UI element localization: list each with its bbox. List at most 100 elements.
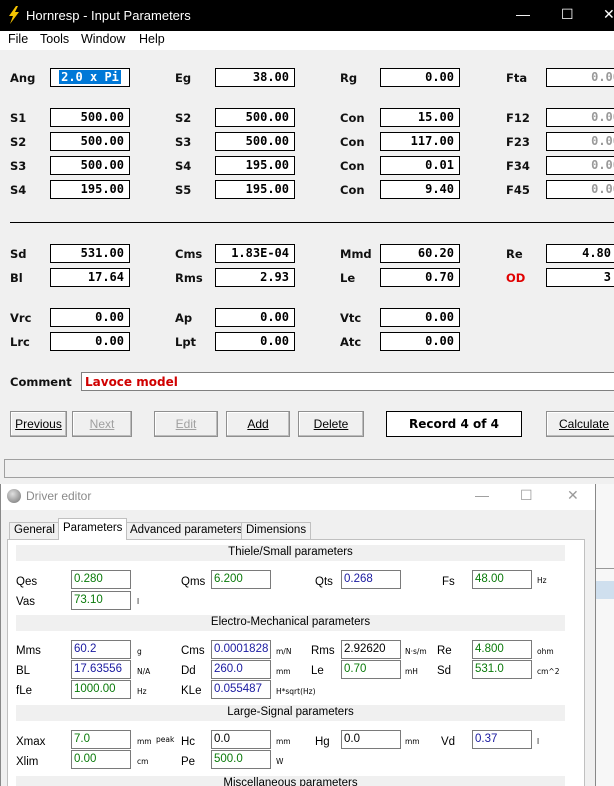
background-highlight xyxy=(596,581,614,599)
vd-field[interactable]: 0.37 xyxy=(472,730,532,749)
delete-button[interactable]: Delete xyxy=(298,411,364,437)
minimize-icon[interactable]: — xyxy=(475,487,489,503)
edit-button[interactable]: Edit xyxy=(154,411,218,437)
maximize-icon[interactable]: ☐ xyxy=(561,6,574,23)
lpt-field[interactable]: 0.00 xyxy=(215,332,295,351)
s2-label: S2 xyxy=(175,111,192,125)
rg-field[interactable]: 0.00 xyxy=(380,68,460,87)
tab-general[interactable]: General xyxy=(9,522,60,539)
od-label: OD xyxy=(506,271,526,285)
comment-field[interactable]: Lavoce model xyxy=(81,372,614,391)
tab-dimensions[interactable]: Dimensions xyxy=(241,522,312,539)
add-button[interactable]: Add xyxy=(226,411,290,437)
calculate-button[interactable]: Calculate xyxy=(546,411,614,437)
next-button[interactable]: Next xyxy=(72,411,132,437)
atc-field[interactable]: 0.00 xyxy=(380,332,460,351)
fle-field[interactable]: 1000.00 xyxy=(71,680,131,699)
s4b-field[interactable]: 195.00 xyxy=(50,180,130,199)
vas-field[interactable]: 73.10 xyxy=(71,591,131,610)
menu-file[interactable]: File xyxy=(8,32,28,46)
od-field[interactable]: 3 xyxy=(546,268,614,287)
re-de-field[interactable]: 4.800 xyxy=(472,640,532,659)
mmd-label: Mmd xyxy=(340,247,372,261)
kle-field[interactable]: 0.055487 xyxy=(211,680,271,699)
s1-label: S1 xyxy=(10,111,27,125)
close-icon[interactable]: ✕ xyxy=(567,487,579,504)
re-unit: ohm xyxy=(537,647,554,656)
driver-editor-title-bar: Driver editor — ☐ ✕ xyxy=(1,484,595,510)
s5-field[interactable]: 195.00 xyxy=(215,180,295,199)
cms-de-field[interactable]: 0.0001828 xyxy=(211,640,271,659)
lpt-label: Lpt xyxy=(175,335,197,349)
vrc-field[interactable]: 0.00 xyxy=(50,308,130,327)
s4-field[interactable]: 195.00 xyxy=(215,156,295,175)
con34-field[interactable]: 0.01 xyxy=(380,156,460,175)
sd-label: Sd xyxy=(10,247,27,261)
f34-field[interactable]: 0.00 xyxy=(546,156,614,175)
qms-field[interactable]: 6.200 xyxy=(211,570,271,589)
f23-field[interactable]: 0.00 xyxy=(546,132,614,151)
con23-field[interactable]: 117.00 xyxy=(380,132,460,151)
cms-unit: m/N xyxy=(276,647,292,656)
ang-label: Ang xyxy=(10,71,36,85)
s3b-field[interactable]: 500.00 xyxy=(50,156,130,175)
s2-field[interactable]: 500.00 xyxy=(215,108,295,127)
section-electro-mechanical: Electro-Mechanical parameters xyxy=(16,615,565,631)
f45-field[interactable]: 0.00 xyxy=(546,180,614,199)
maximize-icon[interactable]: ☐ xyxy=(520,487,533,504)
pe-field[interactable]: 500.0 xyxy=(211,750,271,769)
previous-button[interactable]: Previous xyxy=(10,411,67,437)
bl-field[interactable]: 17.64 xyxy=(50,268,130,287)
xmax-label: Xmax xyxy=(16,736,46,748)
f12-field[interactable]: 0.00 xyxy=(546,108,614,127)
vtc-field[interactable]: 0.00 xyxy=(380,308,460,327)
tab-parameters[interactable]: Parameters xyxy=(58,518,128,540)
mmd-field[interactable]: 60.20 xyxy=(380,244,460,263)
xmax-field[interactable]: 7.0 xyxy=(71,730,131,749)
lrc-field[interactable]: 0.00 xyxy=(50,332,130,351)
sd-field[interactable]: 531.00 xyxy=(50,244,130,263)
re-field[interactable]: 4.80 xyxy=(546,244,614,263)
cms-field[interactable]: 1.83E-04 xyxy=(215,244,295,263)
rms-field[interactable]: 2.93 xyxy=(215,268,295,287)
kle-label: KLe xyxy=(181,685,202,697)
le-field[interactable]: 0.70 xyxy=(380,268,460,287)
hg-unit: mm xyxy=(405,737,420,746)
ap-field[interactable]: 0.00 xyxy=(215,308,295,327)
fta-field[interactable]: 0.00 xyxy=(546,68,614,87)
minimize-icon[interactable]: — xyxy=(516,6,530,22)
qms-label: Qms xyxy=(181,576,206,588)
s3-field[interactable]: 500.00 xyxy=(215,132,295,151)
hc-field[interactable]: 0.0 xyxy=(211,730,271,749)
menu-help[interactable]: Help xyxy=(139,32,165,46)
tab-advanced-parameters[interactable]: Advanced parameters xyxy=(125,522,248,539)
dd-field[interactable]: 260.0 xyxy=(211,660,271,679)
ang-field[interactable]: 2.0 x Pi xyxy=(50,68,130,87)
section-large-signal: Large-Signal parameters xyxy=(16,705,565,721)
hg-field[interactable]: 0.0 xyxy=(341,730,401,749)
fs-field[interactable]: 48.00 xyxy=(472,570,532,589)
qts-label: Qts xyxy=(315,576,333,588)
rms-de-field[interactable]: 2.92620 xyxy=(341,640,401,659)
qes-field[interactable]: 0.280 xyxy=(71,570,131,589)
menu-window[interactable]: Window xyxy=(81,32,125,46)
bl-de-field[interactable]: 17.63556 xyxy=(71,660,131,679)
bl-label: Bl xyxy=(10,271,23,285)
con45-field[interactable]: 9.40 xyxy=(380,180,460,199)
eg-field[interactable]: 38.00 xyxy=(215,68,295,87)
qts-field[interactable]: 0.268 xyxy=(341,570,401,589)
con45-label: Con xyxy=(340,183,365,197)
close-icon[interactable]: ✕ xyxy=(603,6,614,23)
s1-field[interactable]: 500.00 xyxy=(50,108,130,127)
con12-field[interactable]: 15.00 xyxy=(380,108,460,127)
qes-label: Qes xyxy=(16,576,38,588)
s4b-label: S4 xyxy=(10,183,27,197)
le-de-field[interactable]: 0.70 xyxy=(341,660,401,679)
hornresp-window: Hornresp - Input Parameters — ☐ ✕ File T… xyxy=(0,0,614,484)
con34-label: Con xyxy=(340,159,365,173)
s2b-field[interactable]: 500.00 xyxy=(50,132,130,151)
menu-tools[interactable]: Tools xyxy=(40,32,69,46)
mms-field[interactable]: 60.2 xyxy=(71,640,131,659)
sd-de-field[interactable]: 531.0 xyxy=(472,660,532,679)
xlim-field[interactable]: 0.00 xyxy=(71,750,131,769)
